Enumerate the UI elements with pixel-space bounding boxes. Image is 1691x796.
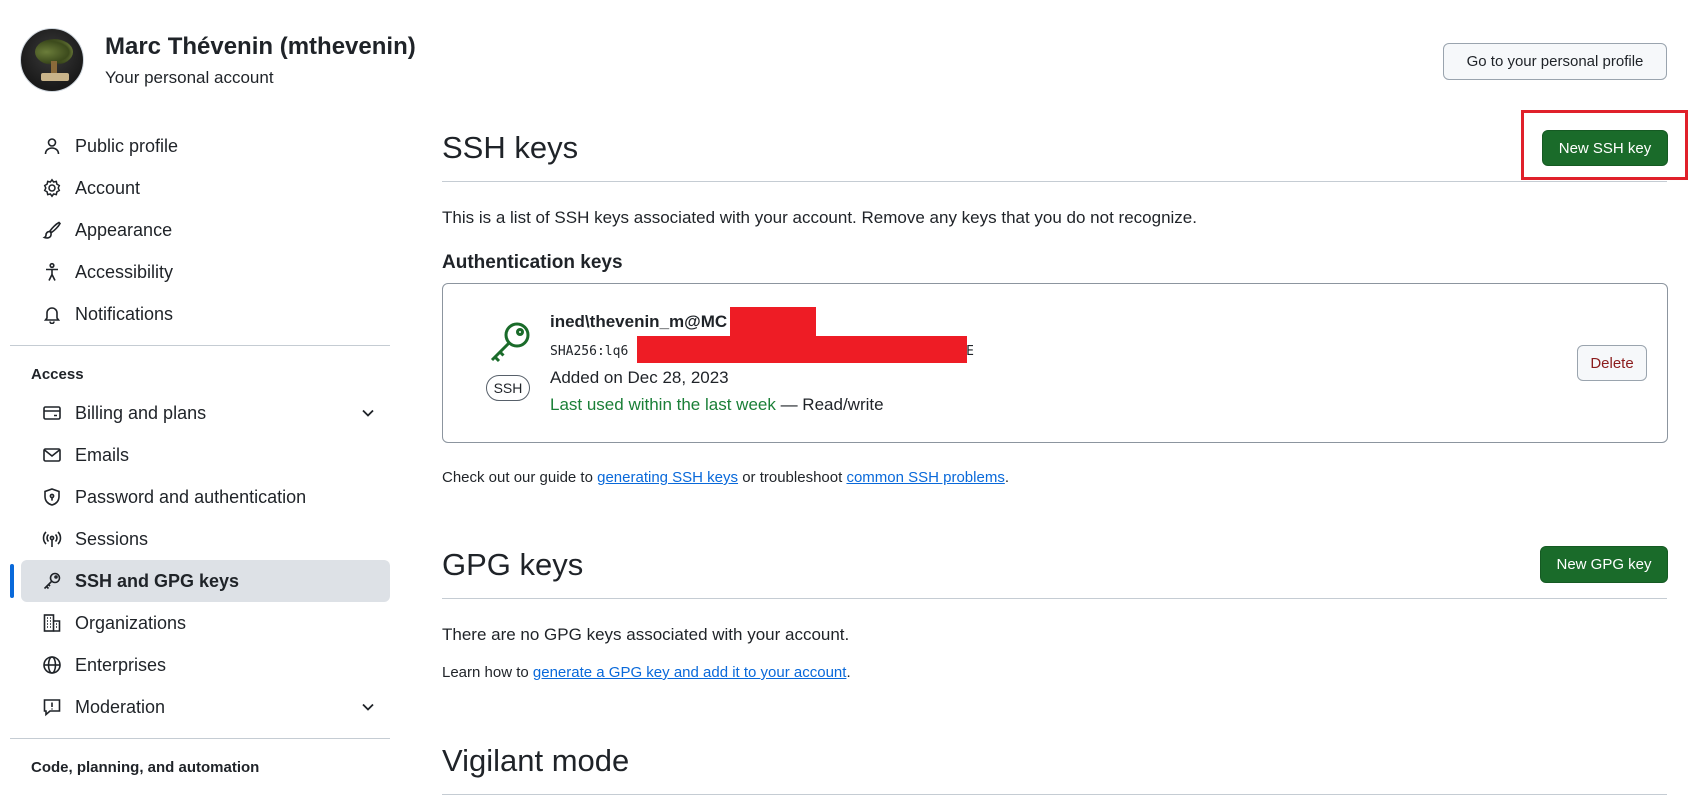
sidebar-divider — [10, 345, 390, 346]
bell-icon — [41, 303, 63, 325]
account-name: Marc Thévenin (mthevenin) — [105, 33, 416, 60]
ssh-description: This is a list of SSH keys associated wi… — [442, 208, 1197, 227]
mail-icon — [41, 444, 63, 466]
sidebar-item-label: Moderation — [75, 696, 166, 717]
learn-prefix: Learn how to — [442, 664, 533, 681]
gpg-empty-text: There are no GPG keys associated with yo… — [442, 625, 850, 644]
ssh-badge: SSH — [486, 375, 530, 401]
account-subtitle: Your personal account — [105, 68, 274, 87]
sidebar-item-notifications[interactable]: Notifications — [21, 293, 390, 335]
guide-prefix: Check out our guide to — [442, 469, 598, 486]
new-gpg-key-button[interactable]: New GPG key — [1540, 546, 1668, 583]
sidebar-item-label: Enterprises — [75, 654, 167, 675]
highlight-annotation — [1521, 110, 1688, 180]
active-indicator — [10, 564, 14, 598]
ssh-key-card: SSH ined\thevenin_m@MC SHA256:lq6AE Adde… — [442, 283, 1668, 443]
sidebar-item-label: Billing and plans — [75, 402, 207, 423]
fingerprint-prefix: SHA256:lq6 — [550, 344, 629, 359]
ssh-key-usage: Last used within the last week — Read/wr… — [550, 395, 884, 415]
guide-suffix: . — [1004, 469, 1009, 486]
sidebar-item-accessibility[interactable]: Accessibility — [21, 251, 390, 293]
generate-gpg-key-link[interactable]: generate a GPG key and add it to your ac… — [533, 664, 847, 681]
sidebar-item-label: Notifications — [75, 303, 174, 324]
key-icon — [490, 322, 530, 363]
authentication-keys-heading: Authentication keys — [442, 252, 623, 273]
sidebar-section-access: Access — [31, 365, 84, 383]
vigilant-mode-heading: Vigilant mode — [442, 743, 630, 778]
generating-ssh-keys-link[interactable]: generating SSH keys — [597, 469, 738, 486]
section-divider — [442, 598, 1667, 599]
redaction-box — [730, 307, 816, 337]
paintbrush-icon — [41, 219, 63, 241]
sidebar-divider — [10, 738, 390, 739]
sidebar-item-moderation[interactable]: Moderation — [21, 686, 390, 728]
key-icon — [41, 570, 63, 592]
ssh-key-title: ined\thevenin_m@MC — [550, 312, 728, 331]
sidebar-item-label: Account — [75, 177, 141, 198]
avatar-pot — [41, 73, 69, 81]
sidebar-item-emails[interactable]: Emails — [21, 434, 390, 476]
chevron-down-icon[interactable] — [358, 697, 378, 717]
sidebar-item-label: Public profile — [75, 135, 179, 156]
globe-icon — [41, 654, 63, 676]
sidebar-item-password[interactable]: Password and authentication — [21, 476, 390, 518]
avatar[interactable] — [20, 28, 84, 92]
personal-profile-button[interactable]: Go to your personal profile — [1443, 43, 1667, 80]
ssh-keys-heading: SSH keys — [442, 130, 579, 165]
sidebar-item-organizations[interactable]: Organizations — [21, 602, 390, 644]
broadcast-icon — [41, 528, 63, 550]
shield-lock-icon — [41, 486, 63, 508]
gpg-learn-text: Learn how to generate a GPG key and add … — [442, 664, 851, 681]
sidebar-item-account[interactable]: Account — [21, 167, 390, 209]
ssh-guide-text: Check out our guide to generating SSH ke… — [442, 469, 1009, 486]
sidebar-item-label: Password and authentication — [75, 486, 307, 507]
access-level-text: — Read/write — [775, 395, 884, 414]
section-divider — [442, 794, 1667, 795]
sidebar-item-label: Organizations — [75, 612, 187, 633]
chevron-down-icon[interactable] — [358, 403, 378, 423]
sidebar-item-label: SSH and GPG keys — [75, 570, 240, 591]
organization-icon — [41, 612, 63, 634]
gear-icon — [41, 177, 63, 199]
sidebar-item-billing[interactable]: Billing and plans — [21, 392, 390, 434]
sidebar-item-label: Sessions — [75, 528, 149, 549]
person-icon — [41, 135, 63, 157]
section-divider — [442, 181, 1667, 182]
sidebar-item-label: Accessibility — [75, 261, 174, 282]
gpg-keys-heading: GPG keys — [442, 547, 584, 582]
last-used-text: Last used within the last week — [550, 395, 776, 414]
learn-suffix: . — [846, 664, 851, 681]
sidebar-item-label: Appearance — [75, 219, 173, 240]
redaction-box — [637, 336, 967, 363]
sidebar-section-code-planning: Code, planning, and automation — [31, 758, 260, 776]
sidebar-item-enterprises[interactable]: Enterprises — [21, 644, 390, 686]
common-ssh-problems-link[interactable]: common SSH problems — [846, 469, 1004, 486]
ssh-key-added-date: Added on Dec 28, 2023 — [550, 368, 729, 387]
settings-sidebar: Public profile Account Appearance Access… — [10, 125, 390, 785]
sidebar-item-label: Emails — [75, 444, 130, 465]
guide-mid: or troubleshoot — [738, 469, 847, 486]
accessibility-icon — [41, 261, 63, 283]
delete-ssh-key-button[interactable]: Delete — [1577, 345, 1647, 381]
sidebar-item-ssh-gpg-keys[interactable]: SSH and GPG keys — [10, 560, 390, 602]
report-icon — [41, 696, 63, 718]
sidebar-item-appearance[interactable]: Appearance — [21, 209, 390, 251]
sidebar-item-public-profile[interactable]: Public profile — [21, 125, 390, 167]
credit-card-icon — [41, 402, 63, 424]
sidebar-item-sessions[interactable]: Sessions — [21, 518, 390, 560]
